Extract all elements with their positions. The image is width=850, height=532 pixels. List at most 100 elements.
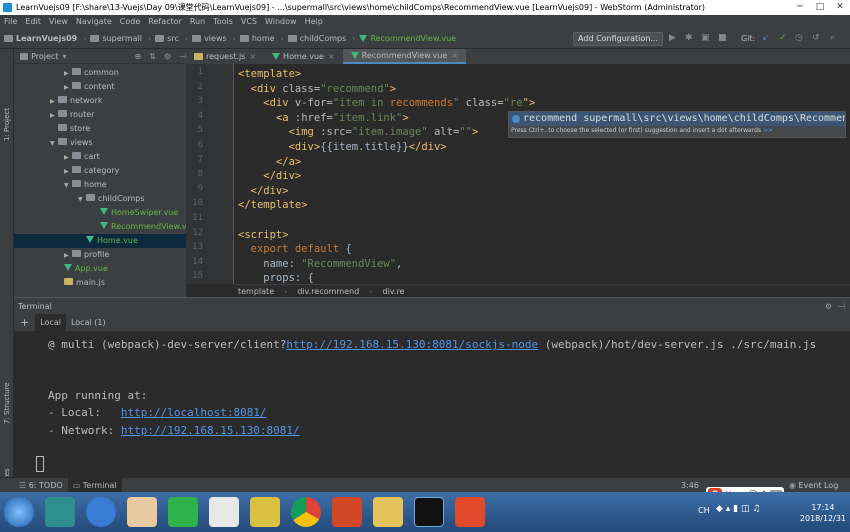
history-icon[interactable]: ◷: [795, 33, 803, 43]
revert-icon[interactable]: ↺: [812, 33, 820, 43]
crumb-div-recommend[interactable]: div.recommend: [297, 287, 359, 296]
terminal-tab-local-1[interactable]: Local (1): [66, 314, 111, 331]
taskbar-webstorm-icon[interactable]: [414, 497, 444, 527]
tab-home-vue[interactable]: Home.vue ×: [264, 49, 343, 64]
tree-item-home-vue[interactable]: Home.vue: [14, 234, 186, 248]
nav-crumb-home[interactable]: home: [239, 34, 275, 43]
tree-item-category[interactable]: ▶ category: [14, 164, 186, 178]
tree-item-common[interactable]: ▶ common: [14, 66, 186, 80]
menu-vcs[interactable]: VCS: [241, 15, 257, 29]
close-tab-icon[interactable]: ×: [328, 49, 335, 64]
project-view-selector[interactable]: Project: [31, 52, 58, 61]
tree-item-store[interactable]: store: [14, 122, 186, 136]
nav-crumb-src[interactable]: src: [155, 34, 179, 43]
taskbar-avatar-icon[interactable]: [127, 497, 157, 527]
tree-item-homeswiper[interactable]: HomeSwiper.vue: [14, 206, 186, 220]
code-line[interactable]: </div>: [238, 184, 289, 199]
locate-file-icon[interactable]: ⊕: [134, 52, 141, 61]
chevron-down-icon[interactable]: ▾: [62, 52, 66, 61]
completion-popup[interactable]: recommend supermall\src\views\home\child…: [508, 111, 846, 138]
code-line[interactable]: <div v-for="item in recommends" class="r…: [238, 96, 535, 111]
code-line[interactable]: </a>: [238, 155, 301, 170]
code-line[interactable]: <div class="recommend">: [238, 82, 396, 97]
structure-tool-button[interactable]: 7: Structure: [3, 382, 11, 424]
tab-recommendview-vue[interactable]: RecommendView.vue ×: [342, 49, 466, 64]
menu-view[interactable]: View: [49, 15, 68, 29]
event-log-button[interactable]: ◉ Event Log: [784, 478, 843, 493]
nav-crumb-childcomps[interactable]: childComps: [287, 34, 346, 43]
menu-window[interactable]: Window: [265, 15, 297, 29]
code-line[interactable]: <script>: [238, 228, 289, 243]
tray-icons[interactable]: ◆ ▴ ▮ ◫ ♫: [716, 504, 760, 514]
menu-tools[interactable]: Tools: [213, 15, 233, 29]
menu-edit[interactable]: Edit: [25, 15, 41, 29]
taskbar-red-app-icon[interactable]: [455, 497, 485, 527]
menu-run[interactable]: Run: [190, 15, 205, 29]
tree-item-profile[interactable]: ▶ profile: [14, 248, 186, 262]
nav-crumb-file[interactable]: RecommendView.vue: [359, 34, 456, 43]
menu-refactor[interactable]: Refactor: [148, 15, 182, 29]
code-line[interactable]: <template>: [238, 67, 301, 82]
todo-tool-button[interactable]: ☰ 6: TODO: [14, 478, 68, 493]
code-editor[interactable]: <template> <div class="recommend"> <div …: [234, 64, 846, 284]
add-terminal-icon[interactable]: +: [14, 316, 35, 329]
code-line[interactable]: <img :src="item.image" alt="">: [238, 125, 479, 140]
code-line[interactable]: <div>{{item.title}}</div>: [238, 140, 447, 155]
project-tool-button[interactable]: 1: Project: [3, 108, 11, 141]
hide-icon[interactable]: ⊣: [179, 52, 186, 61]
code-line[interactable]: <a :href="item.link">: [238, 111, 409, 126]
caret-position[interactable]: 3:46: [676, 478, 704, 493]
terminal-tool-button[interactable]: ▭ Terminal: [67, 477, 122, 493]
tree-item-app-vue[interactable]: App.vue: [14, 262, 186, 276]
more-link[interactable]: >>: [763, 127, 773, 134]
coverage-icon[interactable]: ▣: [701, 33, 710, 43]
local-url-link[interactable]: http://localhost:8081/: [121, 406, 267, 419]
code-line[interactable]: </div>: [238, 169, 301, 184]
stop-icon[interactable]: ■: [718, 33, 727, 43]
tree-item-router[interactable]: ▶ router: [14, 108, 186, 122]
tree-item-views[interactable]: ▼ views: [14, 136, 186, 150]
terminal-tab-local[interactable]: Local: [35, 314, 66, 331]
taskbar-chrome-icon[interactable]: [291, 497, 321, 527]
code-line[interactable]: props: {: [238, 271, 314, 284]
network-url-link[interactable]: http://192.168.15.130:8081/: [121, 424, 300, 437]
gear-icon[interactable]: ⚙: [825, 302, 832, 311]
menu-file[interactable]: File: [4, 15, 17, 29]
debug-icon[interactable]: ✱: [685, 33, 693, 43]
minimize-button[interactable]: ─: [790, 0, 810, 15]
taskbar-green-app-icon[interactable]: [168, 497, 198, 527]
tree-item-home[interactable]: ▼ home: [14, 178, 186, 192]
start-button[interactable]: [4, 497, 34, 527]
taskbar-explorer-icon[interactable]: [373, 497, 403, 527]
code-line[interactable]: </template>: [238, 198, 308, 213]
git-commit-icon[interactable]: ✓: [779, 33, 787, 43]
input-language-indicator[interactable]: CH: [698, 506, 710, 515]
close-button[interactable]: ✕: [830, 0, 850, 15]
nav-crumb-supermall[interactable]: supermall: [90, 34, 142, 43]
gear-icon[interactable]: ⚙: [164, 52, 171, 61]
crumb-template[interactable]: template: [238, 287, 274, 296]
tree-item-content[interactable]: ▶ content: [14, 80, 186, 94]
menu-help[interactable]: Help: [305, 15, 323, 29]
tree-item-main-js[interactable]: main.js: [14, 276, 186, 290]
code-line[interactable]: export default {: [238, 242, 352, 257]
tree-item-network[interactable]: ▶ network: [14, 94, 186, 108]
system-clock[interactable]: 17:14 2018/12/31: [800, 502, 846, 524]
completion-item[interactable]: recommend supermall\src\views\home\child…: [509, 112, 845, 126]
sockjs-link[interactable]: http://192.168.15.130:8081/sockjs-node: [286, 338, 538, 351]
git-update-icon[interactable]: ↙: [762, 33, 770, 43]
taskbar-app-icon[interactable]: [45, 497, 75, 527]
close-tab-icon[interactable]: ×: [249, 49, 256, 64]
add-configuration-button[interactable]: Add Configuration...: [573, 32, 663, 46]
crumb-div-re[interactable]: div.re: [382, 287, 404, 296]
taskbar-notes-icon[interactable]: [250, 497, 280, 527]
maximize-button[interactable]: □: [810, 0, 830, 15]
taskbar-typora-icon[interactable]: [209, 497, 239, 527]
run-icon[interactable]: ▶: [669, 33, 676, 43]
terminal-output[interactable]: @ multi (webpack)-dev-server/client?http…: [14, 331, 850, 477]
taskbar-powerpoint-icon[interactable]: [332, 497, 362, 527]
menu-navigate[interactable]: Navigate: [76, 15, 112, 29]
tree-item-cart[interactable]: ▶ cart: [14, 150, 186, 164]
nav-crumb-views[interactable]: views: [192, 34, 227, 43]
collapse-icon[interactable]: ⇅: [149, 52, 156, 61]
